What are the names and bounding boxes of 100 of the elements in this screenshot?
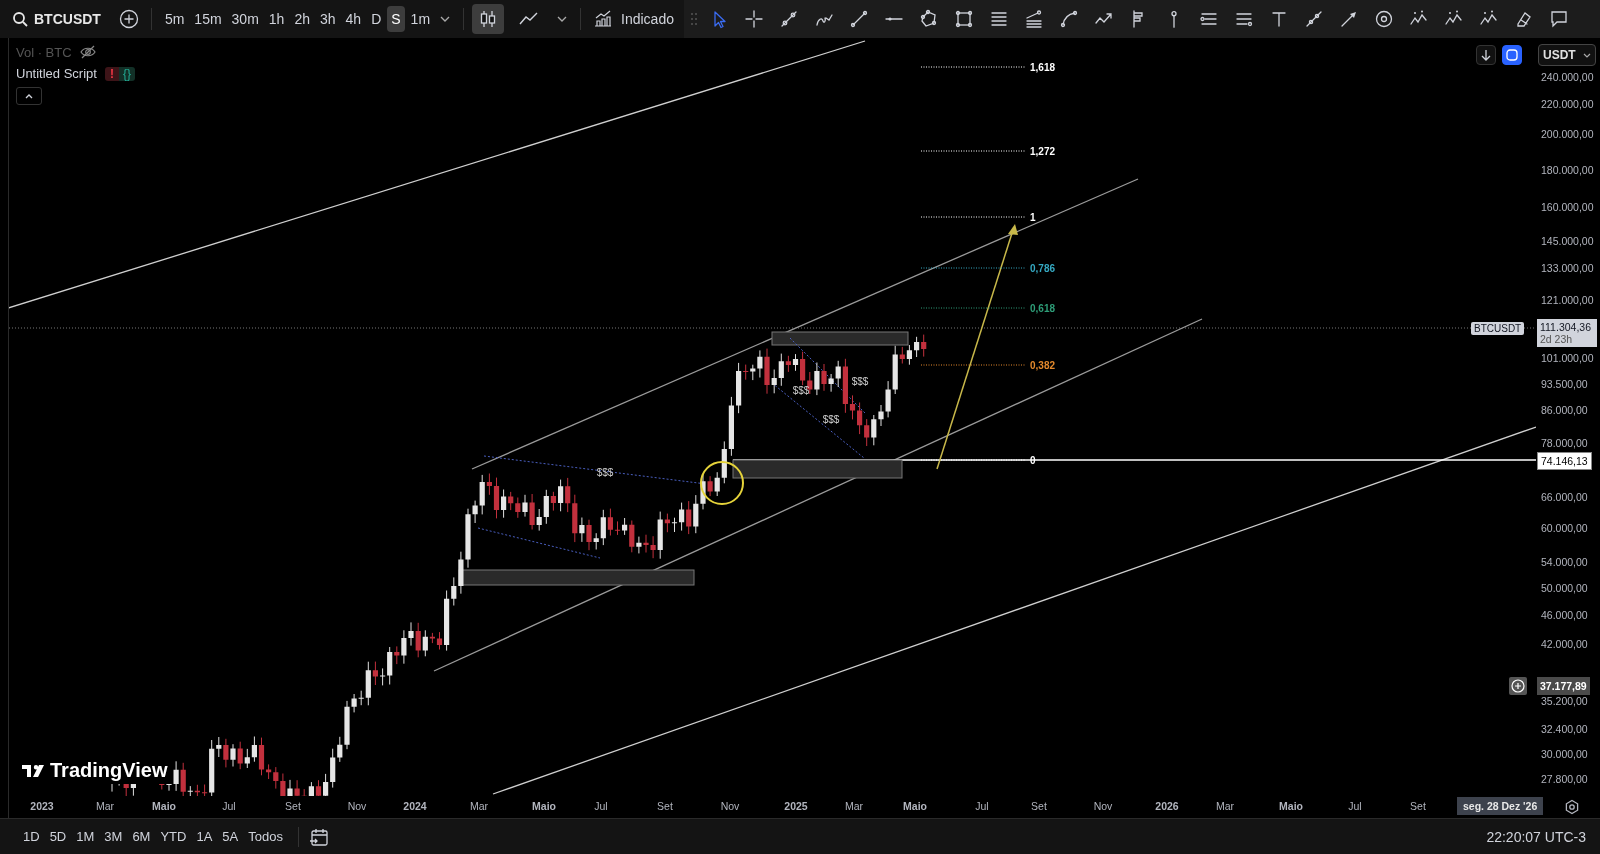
price-label: 180.000,00 xyxy=(1541,164,1594,176)
time-label: Nov xyxy=(347,800,367,812)
price-label: 220.000,00 xyxy=(1541,98,1594,110)
line-price-label: 74.146,13 xyxy=(1537,452,1592,470)
auto-scale-button[interactable] xyxy=(1502,45,1522,65)
time-label: Jul xyxy=(594,800,608,812)
symbol-tag: BTCUSDT xyxy=(1471,322,1525,335)
date-range-button[interactable]: YTD xyxy=(155,825,192,848)
fib-level-label: 0,618 xyxy=(1030,302,1056,314)
price-label: 30.000,00 xyxy=(1541,748,1588,760)
liquidity-label: $$$ xyxy=(851,376,869,387)
date-range-button[interactable]: 1D xyxy=(18,825,45,848)
cursor-date-label: seg. 28 Dez '26 xyxy=(1457,797,1544,815)
price-label: 32.400,00 xyxy=(1541,723,1588,735)
add-alert-button[interactable] xyxy=(1509,677,1527,695)
speech-bubble-icon xyxy=(1549,9,1570,29)
plus-circle-icon xyxy=(1511,679,1525,693)
price-label: 93.500,00 xyxy=(1541,378,1588,390)
time-label: Set xyxy=(285,800,301,812)
timeframe-tab[interactable]: 5m xyxy=(160,6,189,32)
date-range-button[interactable]: 6M xyxy=(127,825,156,848)
time-label: 2026 xyxy=(1155,800,1179,812)
price-label: 66.000,00 xyxy=(1541,491,1588,503)
date-range-button[interactable]: 1A xyxy=(191,825,218,848)
liquidity-label: $$$ xyxy=(822,414,840,425)
go-to-date-button[interactable] xyxy=(308,826,329,847)
price-label: 240.000,00 xyxy=(1541,71,1594,83)
timeframe-tab[interactable]: 4h xyxy=(341,6,366,32)
horizontal-line-icon xyxy=(885,16,904,22)
time-label: Jul xyxy=(1348,800,1362,812)
time-label: 2025 xyxy=(784,800,808,812)
time-label: Maio xyxy=(152,800,176,812)
countdown-label: 2d 23h xyxy=(1540,333,1574,345)
price-label: 60.000,00 xyxy=(1541,522,1588,534)
time-label: Set xyxy=(1410,800,1426,812)
time-label: 2024 xyxy=(403,800,427,812)
chart-type-button[interactable] xyxy=(472,4,505,34)
time-label: Nov xyxy=(1093,800,1113,812)
date-range-button[interactable]: 5A xyxy=(217,825,244,848)
time-label: Mar xyxy=(95,800,115,812)
time-label: Mar xyxy=(1215,800,1235,812)
timeframe-tab[interactable]: 15m xyxy=(190,6,226,32)
price-label: 86.000,00 xyxy=(1541,404,1588,416)
fib-level-label: 1,618 xyxy=(1030,61,1056,73)
date-range-button[interactable]: 3M xyxy=(99,825,128,848)
price-label: 54.000,00 xyxy=(1541,556,1588,568)
price-label: 35.200,00 xyxy=(1541,695,1588,707)
fib-level-label: 0,382 xyxy=(1030,359,1056,371)
liquidity-label: $$$ xyxy=(792,385,810,396)
timeframe-tab[interactable]: 2h xyxy=(290,6,314,32)
time-label: Nov xyxy=(720,800,740,812)
fib-level-label: 1 xyxy=(1030,211,1036,223)
time-label: Jul xyxy=(222,800,236,812)
pin-line-icon xyxy=(1171,10,1178,28)
target-icon xyxy=(1374,9,1395,29)
logo-text: TradingView xyxy=(50,759,168,782)
arrow-down-icon xyxy=(1480,49,1492,61)
price-label: 101.000,00 xyxy=(1541,352,1594,364)
price-label: 46.000,00 xyxy=(1541,609,1588,621)
volume-label: Vol · BTC xyxy=(16,44,72,60)
symbol-search-button[interactable]: BTCUSDT xyxy=(8,7,105,31)
date-range-button[interactable]: Todos xyxy=(243,825,288,848)
search-icon xyxy=(12,11,28,27)
price-label: 42.000,00 xyxy=(1541,638,1588,650)
eye-slash-icon[interactable] xyxy=(79,44,96,60)
price-label: 200.000,00 xyxy=(1541,128,1594,140)
scroll-down-button[interactable] xyxy=(1476,45,1496,65)
liquidity-label: $$$ xyxy=(596,467,614,478)
chevron-up-icon xyxy=(24,92,34,100)
timeframe-tab[interactable]: 1m xyxy=(406,6,435,32)
currency-dropdown[interactable]: USDT xyxy=(1538,44,1596,66)
caret-down-icon xyxy=(1583,51,1591,59)
timeframe-tab[interactable]: 1h xyxy=(264,6,289,32)
fib-level-label: 0,786 xyxy=(1030,262,1056,274)
price-label: 27.800,00 xyxy=(1541,773,1588,785)
timeframe-tab[interactable]: 30m xyxy=(227,6,263,32)
collapse-button[interactable] xyxy=(16,87,42,105)
fib-level-label: 1,272 xyxy=(1030,145,1056,157)
time-label: Set xyxy=(1031,800,1047,812)
time-label: Jul xyxy=(975,800,989,812)
price-label: 145.000,00 xyxy=(1541,235,1594,247)
fib-level-label: 0 xyxy=(1030,454,1036,466)
price-label: 160.000,00 xyxy=(1541,201,1594,213)
script-name: Untitled Script xyxy=(16,66,97,81)
timeframe-tab[interactable]: 3h xyxy=(315,6,340,32)
time-label: Mar xyxy=(844,800,864,812)
timeframe-tab[interactable]: D xyxy=(367,6,386,32)
rounded-square-icon xyxy=(1505,48,1519,62)
clock-label: 22:20:07 UTC-3 xyxy=(1486,828,1586,845)
time-label: 2023 xyxy=(30,800,54,812)
error-indicator[interactable]: ! xyxy=(104,66,119,81)
indicators-button[interactable]: Indicado xyxy=(589,5,678,33)
date-range-button[interactable]: 5D xyxy=(44,825,72,848)
cursor-price-label: 37.177,89 xyxy=(1537,677,1590,695)
date-range-button[interactable]: 1M xyxy=(71,825,100,848)
timeframe-tab[interactable]: S xyxy=(387,6,405,32)
price-label: 50.000,00 xyxy=(1541,582,1588,594)
time-label: Set xyxy=(657,800,673,812)
time-label: Maio xyxy=(903,800,927,812)
settings-button[interactable] xyxy=(1564,799,1580,815)
